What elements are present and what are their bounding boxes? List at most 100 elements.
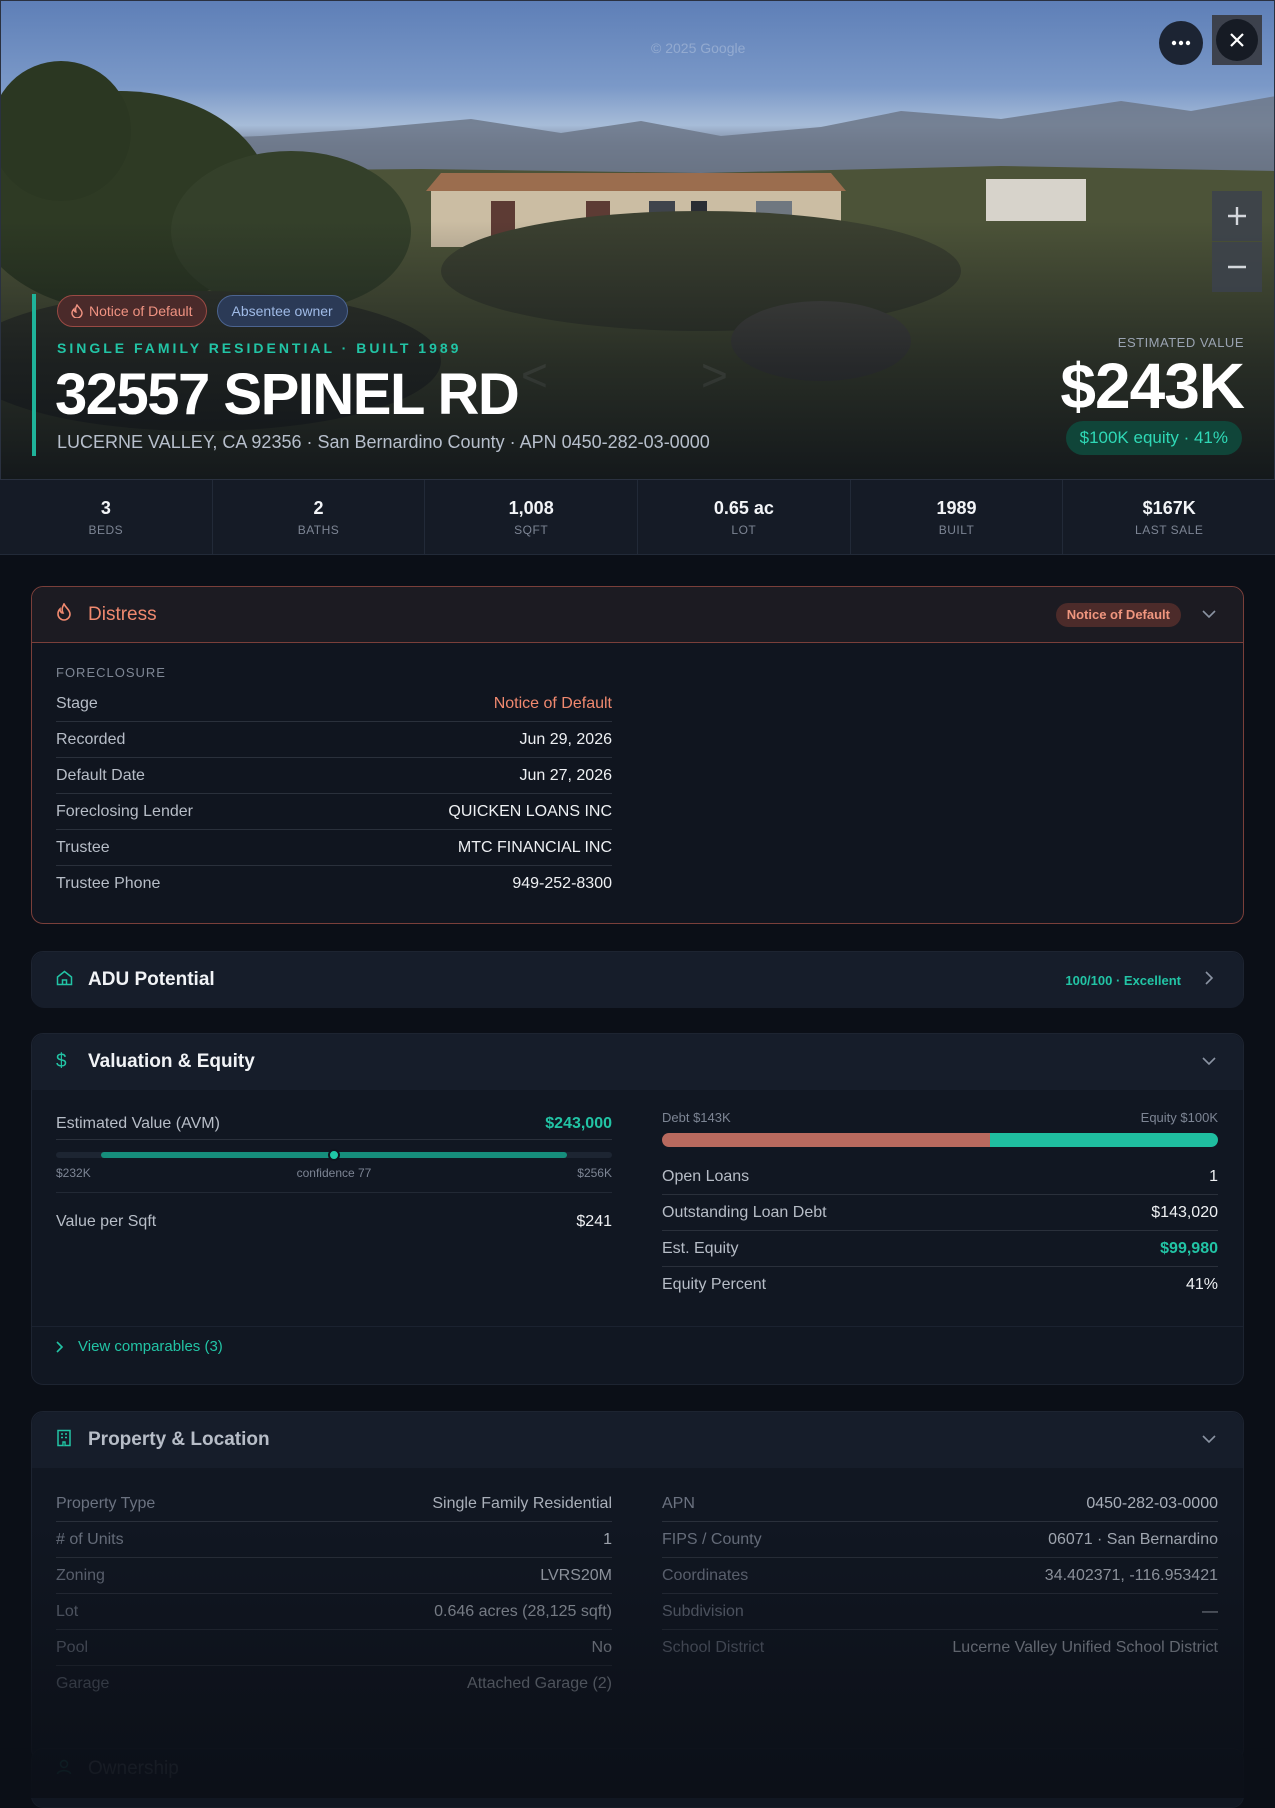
table-row: School District Lucerne Valley Unified Sc… (662, 1630, 1218, 1666)
accent-bar (32, 294, 36, 456)
table-row: Est. Equity $99,980 (662, 1231, 1218, 1267)
view-comparables-link[interactable]: View comparables (3) (56, 1338, 223, 1355)
row-key: Recorded (56, 730, 126, 748)
avm-column: Estimated Value (AVM) $243,000 $232K conf… (56, 1108, 612, 1251)
ownership-title: Ownership (88, 1758, 179, 1779)
range-high: $256K (577, 1166, 612, 1180)
valuation-header[interactable]: $ Valuation & Equity (32, 1034, 1243, 1090)
row-key: Coordinates (662, 1566, 749, 1584)
avm-row: Estimated Value (AVM) $243,000 (56, 1108, 612, 1140)
flame-icon (71, 304, 83, 318)
foreclosure-table: FORECLOSURE Stage Notice of Default Recor… (56, 665, 612, 902)
zoom-out-icon[interactable] (1212, 242, 1262, 292)
chevron-right-icon (56, 1340, 64, 1353)
chevron-down-icon[interactable] (1199, 1431, 1219, 1449)
close-icon (1216, 19, 1258, 61)
more-icon[interactable] (1159, 21, 1203, 65)
row-key: Stage (56, 694, 98, 712)
row-value: $99,980 (1160, 1239, 1218, 1257)
adu-title: ADU Potential (88, 969, 215, 990)
row-key: Value per Sqft (56, 1213, 157, 1230)
ownership-header[interactable]: Ownership (32, 1749, 1243, 1789)
row-key: APN (662, 1494, 695, 1512)
street-view-hero[interactable]: © 2025 Google < > Notice of Default Abse… (0, 0, 1275, 480)
row-key: Foreclosing Lender (56, 802, 193, 820)
dollar-icon: $ (56, 1051, 67, 1072)
stat-label: BEDS (88, 522, 124, 537)
table-row: Trustee Phone 949-252-8300 (56, 866, 612, 902)
zoom-in-icon[interactable] (1212, 191, 1262, 241)
divider (32, 1326, 1243, 1327)
property-left-table: Property Type Single Family Residential #… (56, 1486, 612, 1702)
stat-label: BUILT (938, 522, 975, 537)
avm-label: Estimated Value (AVM) (56, 1114, 220, 1132)
row-value: LVRS20M (540, 1566, 612, 1584)
adu-header[interactable]: ADU Potential 100/100 · Excellent (32, 952, 1243, 1008)
table-row: Default Date Jun 27, 2026 (56, 758, 612, 794)
table-row: Subdivision — (662, 1594, 1218, 1630)
table-row: Recorded Jun 29, 2026 (56, 722, 612, 758)
stat-value: 1989 (936, 497, 977, 518)
range-marker (328, 1149, 340, 1161)
adu-card[interactable]: ADU Potential 100/100 · Excellent (31, 951, 1244, 1008)
row-value: 0.646 acres (28,125 sqft) (434, 1602, 612, 1620)
equity-segment (990, 1133, 1218, 1147)
adu-score: 100/100 · Excellent (1065, 972, 1181, 988)
row-value: Notice of Default (493, 694, 612, 712)
row-value: Jun 29, 2026 (519, 730, 612, 748)
estimated-value: $243K (1060, 350, 1245, 422)
row-value: 1 (1209, 1167, 1218, 1185)
distress-title: Distress (88, 603, 157, 625)
row-key: Trustee (56, 838, 110, 856)
stat-baths: 2 BATHS (213, 480, 426, 554)
map-watermark: © 2025 Google (651, 40, 746, 56)
valuation-card: $ Valuation & Equity Estimated Value (AV… (31, 1033, 1244, 1385)
row-value: No (591, 1638, 612, 1656)
row-value: $241 (576, 1213, 612, 1230)
property-card: Property & Location Property Type Single … (31, 1411, 1244, 1761)
table-row: Stage Notice of Default (56, 686, 612, 722)
stat-value: 2 (313, 497, 324, 518)
table-row: Foreclosing Lender QUICKEN LOANS INC (56, 794, 612, 830)
row-value: QUICKEN LOANS INC (448, 802, 612, 820)
close-button[interactable] (1212, 15, 1262, 65)
chevron-down-icon[interactable] (1199, 1053, 1219, 1071)
row-key: Zoning (56, 1566, 105, 1584)
row-value: Jun 27, 2026 (519, 766, 612, 784)
stat-label: BATHS (297, 522, 340, 537)
row-key: Equity Percent (662, 1276, 767, 1293)
chevron-right-icon[interactable] (1199, 970, 1219, 990)
chevron-down-icon[interactable] (1199, 606, 1219, 624)
row-value: 0450-282-03-0000 (1086, 1494, 1218, 1512)
range-low: $232K (56, 1166, 91, 1180)
table-row: Equity Percent 41% (662, 1267, 1218, 1303)
debt-equity-column: Debt $143K Equity $100K Open Loans 1 Outst… (662, 1110, 1218, 1303)
status-badge-absentee: Absentee owner (216, 295, 348, 327)
table-row: FIPS / County 06071 · San Bernardino (662, 1522, 1218, 1558)
row-key: Lot (56, 1602, 79, 1620)
stat-label: SQFT (514, 522, 549, 537)
table-row: Trustee MTC FINANCIAL INC (56, 830, 612, 866)
table-row: APN 0450-282-03-0000 (662, 1486, 1218, 1522)
property-eyebrow: SINGLE FAMILY RESIDENTIAL · BUILT 1989 (57, 340, 462, 356)
status-badge-default: Notice of Default (57, 295, 207, 327)
row-key: Est. Equity (662, 1239, 739, 1257)
table-row: Garage Attached Garage (2) (56, 1666, 612, 1702)
row-key: Subdivision (662, 1602, 744, 1620)
property-address: 32557 SPINEL RD (55, 362, 520, 427)
avm-value: $243,000 (545, 1114, 612, 1132)
row-key: Open Loans (662, 1167, 750, 1185)
flame-icon (56, 602, 76, 626)
confidence-label: confidence 77 (296, 1166, 372, 1180)
property-header[interactable]: Property & Location (32, 1412, 1243, 1468)
stats-bar: 3 BEDS 2 BATHS 1,008 SQFT 0.65 ac LOT 1989 BU… (0, 480, 1275, 555)
ownership-card: Ownership (31, 1748, 1244, 1808)
table-row: Open Loans 1 (662, 1159, 1218, 1195)
distress-badge: Notice of Default (1055, 602, 1181, 627)
section-label: FORECLOSURE (56, 665, 166, 680)
stat-label: LOT (731, 522, 757, 537)
value-per-sqft-row: Value per Sqft $241 (56, 1193, 612, 1251)
row-key: # of Units (56, 1530, 124, 1548)
row-key: Property Type (56, 1494, 156, 1512)
distress-header[interactable]: Distress Notice of Default (32, 587, 1243, 643)
